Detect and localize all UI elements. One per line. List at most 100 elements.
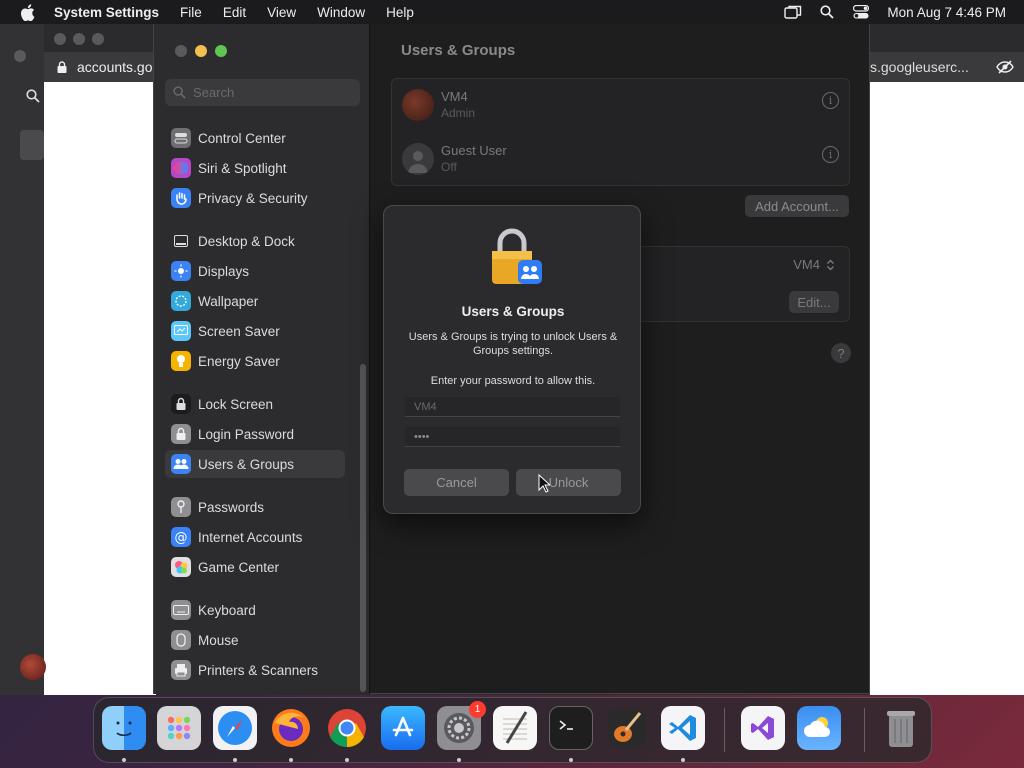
sidebar-item-users-groups[interactable]: Users & Groups: [165, 450, 345, 478]
menu-edit[interactable]: Edit: [223, 5, 246, 20]
terminal-icon[interactable]: [549, 706, 593, 750]
trash-icon[interactable]: [879, 706, 923, 750]
safari-icon[interactable]: [213, 706, 257, 750]
garageband-icon[interactable]: [605, 706, 649, 750]
sidebar-item-label: Users & Groups: [198, 457, 294, 472]
sidebar-item-label: Internet Accounts: [198, 530, 302, 545]
sidebar-item-label: Screen Saver: [198, 324, 280, 339]
textedit-icon[interactable]: [493, 706, 537, 750]
app-store-icon[interactable]: [381, 706, 425, 750]
sidebar-item-printers-scanners[interactable]: Printers & Scanners: [165, 656, 345, 684]
sidebar-item-label: Energy Saver: [198, 354, 280, 369]
sidebar-item-mouse[interactable]: Mouse: [165, 626, 345, 654]
menu-app-name[interactable]: System Settings: [54, 5, 159, 20]
browser-tab-thumbnail[interactable]: [20, 130, 44, 160]
browser-url-bar-left[interactable]: accounts.go: [44, 52, 156, 82]
running-indicator: [233, 758, 237, 762]
visual-studio-icon[interactable]: [741, 706, 785, 750]
menu-view[interactable]: View: [267, 5, 296, 20]
auto-login-select[interactable]: VM4: [793, 257, 835, 272]
notification-badge: 1: [469, 701, 486, 718]
spotlight-search-icon[interactable]: [817, 4, 837, 20]
sidebar-item-label: Desktop & Dock: [198, 234, 295, 249]
sidebar-search-field[interactable]: Search: [165, 79, 360, 106]
sidebar-item-desktop-dock[interactable]: Desktop & Dock: [165, 227, 345, 255]
sidebar-item-label: Game Center: [198, 560, 279, 575]
help-button[interactable]: ?: [831, 343, 851, 363]
sidebar-item-label: Mouse: [198, 633, 239, 648]
sidebar-item-displays[interactable]: Displays: [165, 257, 345, 285]
sidebar-item-screen-saver[interactable]: Screen Saver: [165, 317, 345, 345]
lock-icon: [56, 61, 68, 73]
password-field[interactable]: ••••: [405, 427, 620, 447]
minimize-window-button[interactable]: [195, 45, 207, 57]
bulb-icon: [171, 351, 191, 371]
screen-mirroring-icon[interactable]: [783, 4, 803, 20]
browser-url-bar-right[interactable]: s.googleuserc...: [870, 52, 1024, 82]
browser-traffic-light: [73, 33, 85, 45]
add-account-button[interactable]: Add Account...: [745, 195, 849, 217]
zoom-window-button[interactable]: [215, 45, 227, 57]
vscode-icon[interactable]: [661, 706, 705, 750]
sidebar-item-label: Privacy & Security: [198, 191, 308, 206]
eye-slash-icon[interactable]: [996, 59, 1014, 75]
control-center-icon[interactable]: [851, 4, 871, 20]
user-name: Guest User: [441, 143, 507, 158]
sidebar-item-privacy-security[interactable]: Privacy & Security: [165, 184, 345, 212]
wallpaper-icon: [171, 291, 191, 311]
system-settings-dock-icon[interactable]: 1: [437, 706, 481, 750]
menu-file[interactable]: File: [180, 5, 202, 20]
sidebar-item-login-password[interactable]: Login Password: [165, 420, 345, 448]
person-icon: [402, 143, 434, 175]
firefox-icon[interactable]: [269, 706, 313, 750]
cancel-button[interactable]: Cancel: [404, 469, 509, 496]
sidebar-item-internet-accounts[interactable]: @ Internet Accounts: [165, 523, 345, 551]
menu-window[interactable]: Window: [317, 5, 365, 20]
profile-avatar[interactable]: [20, 654, 46, 680]
browser-page-left: [44, 82, 156, 695]
username-field[interactable]: VM4: [405, 397, 620, 417]
sidebar-item-lock-screen[interactable]: Lock Screen: [165, 390, 345, 418]
edit-button[interactable]: Edit...: [789, 291, 839, 313]
weather-icon[interactable]: [797, 706, 841, 750]
hand-icon: [171, 188, 191, 208]
game-center-icon: [171, 557, 191, 577]
sidebar-item-siri-spotlight[interactable]: Siri & Spotlight: [165, 154, 345, 182]
browser-traffic-light: [54, 33, 66, 45]
search-placeholder: Search: [193, 85, 234, 100]
sidebar-item-label: Lock Screen: [198, 397, 273, 412]
sidebar-item-game-center[interactable]: Game Center: [165, 553, 345, 581]
launchpad-icon[interactable]: [157, 706, 201, 750]
apple-menu-icon[interactable]: [18, 3, 36, 21]
updown-chevron-icon: [826, 258, 835, 272]
padlock-users-icon: [488, 226, 544, 288]
info-icon[interactable]: i: [822, 146, 839, 163]
sidebar-item-passwords[interactable]: Passwords: [165, 493, 345, 521]
sidebar-item-control-center[interactable]: Control Center: [165, 124, 345, 152]
browser-url-right: s.googleuserc...: [870, 59, 969, 75]
sidebar-scrollbar[interactable]: [360, 364, 366, 692]
close-window-button[interactable]: [175, 45, 187, 57]
menu-help[interactable]: Help: [386, 5, 414, 20]
username-value: VM4: [414, 401, 437, 413]
sidebar-item-wallpaper[interactable]: Wallpaper: [165, 287, 345, 315]
browser-page-right: [870, 82, 1024, 695]
running-indicator: [345, 758, 349, 762]
sidebar-item-energy-saver[interactable]: Energy Saver: [165, 347, 345, 375]
user-row[interactable]: VM4 Admin i: [392, 79, 851, 133]
user-row[interactable]: Guest User Off i: [392, 133, 851, 187]
browser-search-icon[interactable]: [26, 89, 40, 103]
dialog-message: Users & Groups is trying to unlock Users…: [400, 330, 626, 358]
user-role: Admin: [441, 106, 475, 120]
sidebar-item-keyboard[interactable]: Keyboard: [165, 596, 345, 624]
users-icon: [171, 454, 191, 474]
browser-close-dot: [14, 50, 26, 62]
at-icon: @: [171, 527, 191, 547]
info-icon[interactable]: i: [822, 92, 839, 109]
menu-clock[interactable]: Mon Aug 7 4:46 PM: [887, 5, 1006, 20]
unlock-button[interactable]: Unlock: [516, 469, 621, 496]
finder-icon[interactable]: [102, 706, 146, 750]
sun-icon: [171, 261, 191, 281]
chrome-icon[interactable]: [325, 706, 369, 750]
dock-separator: [724, 708, 725, 752]
